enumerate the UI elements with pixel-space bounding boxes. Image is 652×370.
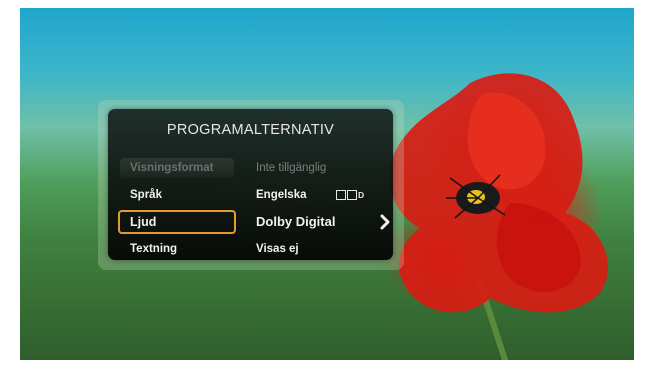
subtitles-value: Visas ej <box>256 243 299 255</box>
dolby-double-d-left-icon <box>336 190 346 200</box>
menu-row-display-format: Visningsformat Inte tillgänglig <box>118 155 383 178</box>
display-format-value: Inte tillgänglig <box>256 162 327 174</box>
program-options-menu: PROGRAMALTERNATIV Visningsformat Inte ti… <box>108 109 393 260</box>
audio-value: Dolby Digital <box>256 214 336 229</box>
subtitles-label[interactable]: Textning <box>120 239 234 259</box>
menu-row-language[interactable]: Språk Engelska D <box>118 182 383 204</box>
dolby-badge-text: D <box>358 190 365 200</box>
tv-screen: PROGRAMALTERNATIV Visningsformat Inte ti… <box>20 8 634 360</box>
menu-row-audio[interactable]: Ljud Dolby Digital <box>118 209 390 234</box>
dolby-double-d-right-icon <box>347 190 357 200</box>
language-label[interactable]: Språk <box>120 185 234 205</box>
display-format-label: Visningsformat <box>120 158 234 178</box>
menu-title: PROGRAMALTERNATIV <box>166 122 335 138</box>
dolby-digital-badge-icon: D <box>336 190 364 200</box>
chevron-right-icon[interactable] <box>376 213 394 231</box>
menu-row-subtitles[interactable]: Textning Visas ej <box>118 236 383 258</box>
audio-label[interactable]: Ljud <box>118 210 236 234</box>
language-value: Engelska <box>256 189 307 201</box>
